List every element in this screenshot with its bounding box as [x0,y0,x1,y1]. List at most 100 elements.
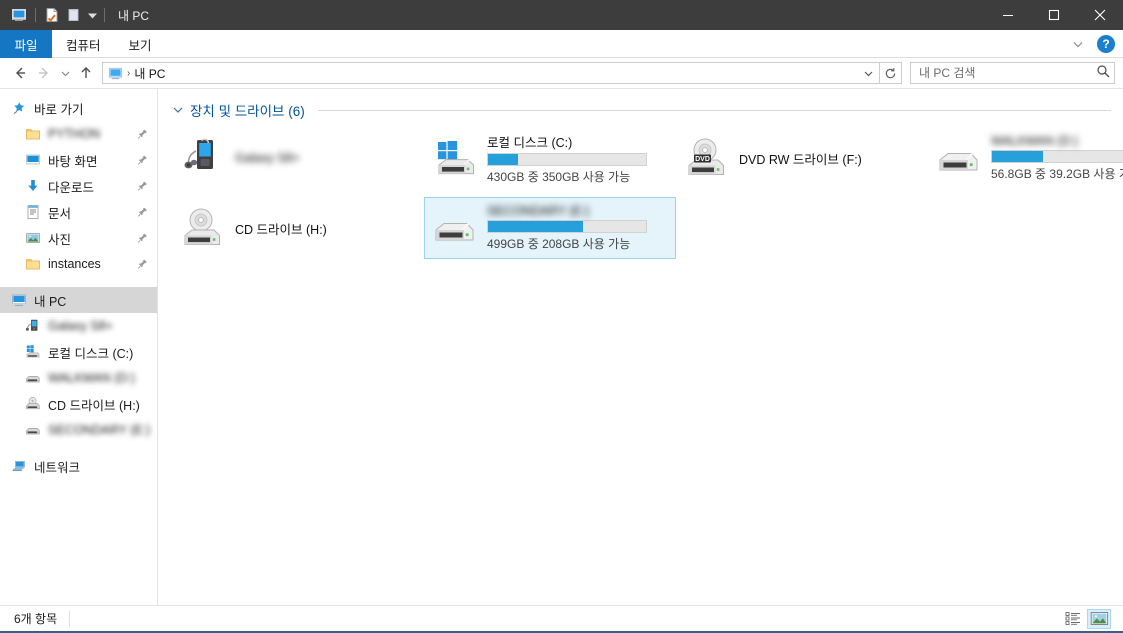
sidebar-item-local-disk-c[interactable]: 로컬 디스크 (C:) [0,339,157,365]
up-button[interactable] [74,61,98,85]
properties-icon[interactable] [41,4,63,26]
new-folder-icon[interactable] [63,4,85,26]
tile-cd-drive-h[interactable]: CD 드라이브 (H:) [172,197,424,259]
group-title: 장치 및 드라이브 (6) [190,104,305,119]
sidebar-item-downloads[interactable]: 다운로드 [0,173,157,199]
item-count-label: 6개 항목 [14,612,58,626]
chevron-down-icon[interactable] [171,103,185,117]
view-mode-buttons [1061,608,1117,629]
sidebar-item-cd-drive-h[interactable]: CD 드라이브 (H:) [0,391,157,417]
tab-view[interactable]: 보기 [115,30,166,58]
sidebar-label: 문서 [48,206,72,221]
maximize-button[interactable] [1031,0,1077,30]
pin-icon[interactable] [137,155,148,166]
tile-secondary[interactable]: SECONDARY (E:) 499GB 중 208GB 사용 가능 [424,197,676,259]
tile-dvd-rw-f[interactable]: DVD DVD RW 드라이브 (F:) [676,127,928,189]
tile-galaxy[interactable]: Galaxy S8+ [172,127,424,189]
tile-info: 로컬 디스크 (C:) 430GB 중 350GB 사용 가능 [487,132,671,185]
pin-icon[interactable] [137,207,148,218]
tile-info: WALKMAN (D:) 56.8GB 중 39.2GB 사용 가... [991,134,1123,182]
sidebar-item-documents[interactable]: 문서 [0,199,157,225]
cd-drive-icon [24,396,41,413]
capacity-bar [487,220,647,233]
large-icons-view-button[interactable] [1087,608,1111,629]
address-bar[interactable]: › 내 PC [102,62,880,84]
tile-info: Galaxy S8+ [235,151,419,165]
sidebar-label: 다운로드 [48,180,95,195]
search-box[interactable] [910,62,1115,84]
sidebar-item-this-pc[interactable]: 내 PC [0,287,157,313]
pin-icon[interactable] [137,181,148,192]
minimize-button[interactable] [985,0,1031,30]
drive-icon [24,370,41,387]
tile-info: DVD RW 드라이브 (F:) [739,149,923,168]
tile-walkman[interactable]: WALKMAN (D:) 56.8GB 중 39.2GB 사용 가... [928,127,1123,189]
tile-capacity-text: 499GB 중 208GB 사용 가능 [487,237,631,251]
drive-icon [429,202,481,254]
forward-button[interactable] [32,61,56,85]
sidebar-item-pictures[interactable]: 사진 [0,225,157,251]
sidebar-gap-1 [0,277,157,287]
qat-separator-1 [35,8,36,22]
qat-separator-2 [104,8,105,22]
address-dropdown-caret[interactable] [859,63,877,83]
drive-icon [24,422,41,439]
documents-icon [24,204,41,221]
capacity-bar [991,150,1123,163]
sidebar-item-python[interactable]: PYTHON [0,121,157,147]
sidebar-label: instances [48,257,101,271]
windows-drive-icon [24,344,41,361]
breadcrumb[interactable]: › 내 PC [107,65,859,82]
folder-icon [24,256,41,273]
recent-locations-button[interactable] [56,61,74,85]
sidebar-gap-2 [0,443,157,453]
breadcrumb-current: 내 PC [134,66,166,81]
desktop-icon [24,152,41,169]
sidebar-item-network[interactable]: 네트워크 [0,453,157,479]
close-button[interactable] [1077,0,1123,30]
group-header-devices-and-drives[interactable]: 장치 및 드라이브 (6) [166,99,1123,121]
search-input[interactable] [919,66,1096,80]
star-pin-icon [10,100,27,117]
pin-icon[interactable] [137,259,148,270]
chevron-down-icon[interactable] [1067,33,1089,55]
sidebar-item-quick-access[interactable]: 바로 가기 [0,95,157,121]
tile-name: WALKMAN (D:) [991,134,1079,148]
windows-drive-icon [429,132,481,184]
ribbon-tab-bar: 파일 컴퓨터 보기 ? [0,30,1123,58]
tab-computer[interactable]: 컴퓨터 [52,30,115,58]
sidebar-label: 내 PC [34,294,67,309]
details-view-button[interactable] [1061,609,1085,629]
group-divider [317,109,1111,111]
dvd-rw-drive-icon: DVD [681,132,733,184]
pin-icon[interactable] [137,233,148,244]
refresh-button[interactable] [880,62,902,84]
sidebar-label: SECONDARY (E:) [48,423,151,437]
portable-media-player-icon [177,132,229,184]
sidebar-item-desktop[interactable]: 바탕 화면 [0,147,157,173]
tab-file[interactable]: 파일 [0,30,52,58]
portable-device-icon [24,318,41,335]
qat-dropdown-caret[interactable] [85,4,99,26]
tile-name: Galaxy S8+ [235,151,300,165]
tile-capacity-text: 430GB 중 350GB 사용 가능 [487,169,631,184]
sidebar-label: CD 드라이브 (H:) [48,398,140,413]
sidebar-item-walkman[interactable]: WALKMAN (D:) [0,365,157,391]
navigation-pane[interactable]: 바로 가기 PYTHON 바탕 화면 다운로드 문서 사진 instances … [0,89,158,605]
back-button[interactable] [8,61,32,85]
sidebar-item-galaxy[interactable]: Galaxy S8+ [0,313,157,339]
this-pc-icon [10,292,27,309]
window-controls [985,0,1123,30]
sidebar-item-instances[interactable]: instances [0,251,157,277]
capacity-bar-fill [992,151,1043,162]
tile-local-disk-c[interactable]: 로컬 디스크 (C:) 430GB 중 350GB 사용 가능 [424,127,676,189]
sidebar-item-secondary[interactable]: SECONDARY (E:) [0,417,157,443]
pin-icon[interactable] [137,129,148,140]
sidebar-label: 바로 가기 [34,102,84,117]
file-list-pane[interactable]: 장치 및 드라이브 (6) Galaxy S8+ 로컬 디스크 (C:) 430… [158,89,1123,605]
file-explorer-window: 내 PC 파일 컴퓨터 보기 ? › 내 PC 내 PC 검색 바로 가기 PY… [0,0,1123,633]
drive-icon [933,132,985,184]
sidebar-label: 바탕 화면 [48,154,98,169]
help-button[interactable]: ? [1097,34,1115,53]
this-pc-icon[interactable] [8,4,30,26]
